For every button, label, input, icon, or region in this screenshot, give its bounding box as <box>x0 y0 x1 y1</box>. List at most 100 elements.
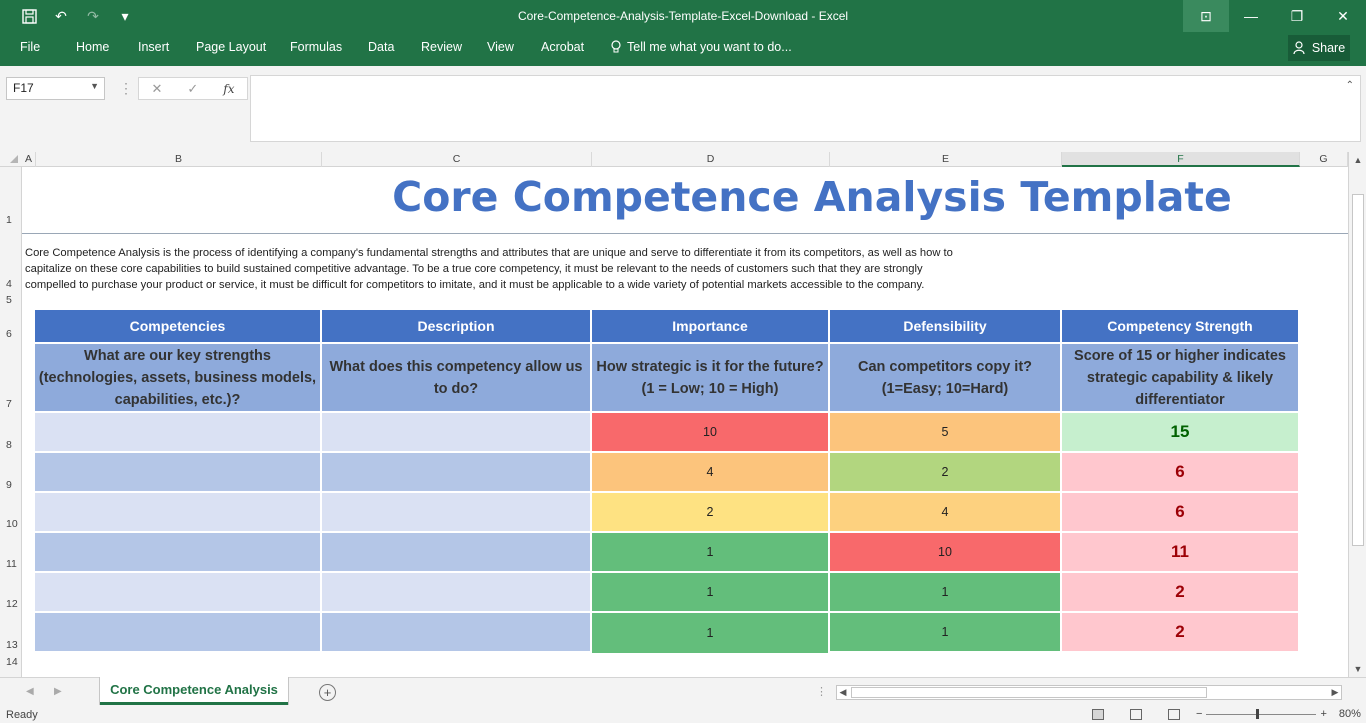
zoom-slider[interactable] <box>1206 708 1317 719</box>
page-layout-view-icon[interactable] <box>1130 709 1142 720</box>
select-all-corner[interactable] <box>10 155 18 163</box>
chevron-down-icon[interactable]: ▼ <box>90 81 99 91</box>
row-header[interactable]: 6 <box>0 328 22 340</box>
previous-sheet-icon[interactable]: ◀ <box>26 686 34 697</box>
tab-view[interactable]: View <box>487 40 514 54</box>
close-button[interactable]: ✕ <box>1320 0 1366 32</box>
strength-cell[interactable]: 2 <box>1062 573 1298 611</box>
defensibility-cell[interactable]: 1 <box>830 613 1060 651</box>
defensibility-cell[interactable]: 10 <box>830 533 1060 571</box>
tell-me-search[interactable]: Tell me what you want to do... <box>611 40 792 54</box>
sheet-tab-core-competence-analysis[interactable]: Core Competence Analysis <box>100 677 288 705</box>
scroll-down-icon[interactable]: ▼ <box>1349 664 1366 674</box>
scroll-up-icon[interactable]: ▲ <box>1349 155 1366 165</box>
zoom-out-button[interactable]: − <box>1196 708 1202 720</box>
description-cell[interactable] <box>322 413 590 451</box>
page-break-view-icon[interactable] <box>1168 709 1180 720</box>
subheader-description[interactable]: What does this competency allow us to do… <box>322 344 590 411</box>
row-header[interactable]: 13 <box>0 639 22 651</box>
column-header-f[interactable]: F <box>1062 152 1300 167</box>
description-cell[interactable] <box>322 453 590 491</box>
competency-cell[interactable] <box>35 573 320 611</box>
description-cell[interactable] <box>322 573 590 611</box>
formula-input[interactable]: ⌃ <box>250 75 1361 142</box>
subheader-competencies[interactable]: What are our key strengths (technologies… <box>35 344 320 411</box>
defensibility-cell[interactable]: 4 <box>830 493 1060 531</box>
row-header[interactable]: 8 <box>0 439 22 451</box>
drag-handle-icon[interactable]: ⋮ <box>119 80 133 97</box>
defensibility-cell[interactable]: 1 <box>830 573 1060 611</box>
row-header[interactable]: 14 <box>0 656 22 668</box>
tab-home[interactable]: Home <box>76 40 109 54</box>
next-sheet-icon[interactable]: ▶ <box>54 686 62 697</box>
row-header[interactable]: 9 <box>0 479 22 491</box>
tab-data[interactable]: Data <box>368 40 394 54</box>
normal-view-icon[interactable] <box>1092 709 1104 720</box>
tab-review[interactable]: Review <box>421 40 462 54</box>
defensibility-cell[interactable]: 2 <box>830 453 1060 491</box>
column-header-a[interactable]: A <box>22 152 36 167</box>
header-competencies[interactable]: Competencies <box>35 310 320 342</box>
row-header[interactable]: 11 <box>0 558 22 570</box>
row-header[interactable]: 1 <box>0 214 22 226</box>
vertical-scroll-thumb[interactable] <box>1352 194 1364 546</box>
insert-function-icon[interactable]: fx <box>223 82 234 96</box>
row-header[interactable]: 10 <box>0 518 22 530</box>
column-header-e[interactable]: E <box>830 152 1062 167</box>
strength-cell[interactable]: 6 <box>1062 493 1298 531</box>
zoom-slider-handle[interactable] <box>1256 708 1260 719</box>
column-header-d[interactable]: D <box>592 152 830 167</box>
row-header[interactable]: 5 <box>0 294 22 306</box>
worksheet-grid[interactable]: Core Competence Analysis Template Core C… <box>22 167 1348 677</box>
cancel-icon[interactable]: ✕ <box>151 81 162 97</box>
enter-icon[interactable]: ✓ <box>187 81 198 97</box>
tab-formulas[interactable]: Formulas <box>290 40 342 54</box>
subheader-defensibility[interactable]: Can competitors copy it? (1=Easy; 10=Har… <box>830 344 1060 411</box>
strength-cell[interactable]: 2 <box>1062 613 1298 651</box>
description-cell[interactable] <box>322 613 590 651</box>
description-cell[interactable] <box>322 493 590 531</box>
strength-cell[interactable]: 15 <box>1062 413 1298 451</box>
competency-cell[interactable] <box>35 613 320 651</box>
split-handle-icon[interactable]: ⋮ <box>816 685 827 698</box>
scroll-left-icon[interactable]: ◀ <box>837 686 849 699</box>
tab-page-layout[interactable]: Page Layout <box>196 40 266 54</box>
row-header[interactable]: 7 <box>0 398 22 410</box>
header-importance[interactable]: Importance <box>592 310 828 342</box>
sheet-title[interactable]: Core Competence Analysis Template <box>22 173 1348 221</box>
horizontal-scrollbar[interactable]: ◀ ▶ <box>836 685 1342 700</box>
add-sheet-icon[interactable]: + <box>319 684 336 701</box>
importance-cell[interactable]: 4 <box>592 453 828 491</box>
restore-button[interactable]: ❐ <box>1274 0 1320 32</box>
collapse-formula-bar-icon[interactable]: ⌃ <box>1346 80 1354 91</box>
header-competency-strength[interactable]: Competency Strength <box>1062 310 1298 342</box>
tab-insert[interactable]: Insert <box>138 40 169 54</box>
importance-cell[interactable]: 1 <box>592 533 828 571</box>
intro-text[interactable]: Core Competence Analysis is the process … <box>25 245 1085 293</box>
header-defensibility[interactable]: Defensibility <box>830 310 1060 342</box>
header-description[interactable]: Description <box>322 310 590 342</box>
tab-file[interactable]: File <box>20 40 40 54</box>
name-box[interactable]: F17 ▼ <box>6 77 105 100</box>
strength-cell[interactable]: 6 <box>1062 453 1298 491</box>
competency-cell[interactable] <box>35 493 320 531</box>
zoom-level[interactable]: 80% <box>1339 708 1361 720</box>
competency-cell[interactable] <box>35 533 320 571</box>
scroll-right-icon[interactable]: ▶ <box>1329 686 1341 699</box>
defensibility-cell[interactable]: 5 <box>830 413 1060 451</box>
importance-cell[interactable]: 1 <box>592 573 828 611</box>
tab-acrobat[interactable]: Acrobat <box>541 40 584 54</box>
column-header-b[interactable]: B <box>36 152 322 167</box>
description-cell[interactable] <box>322 533 590 571</box>
row-header[interactable]: 4 <box>0 278 22 290</box>
ribbon-display-options-icon[interactable]: ⊡ <box>1183 0 1229 32</box>
importance-cell[interactable]: 1 <box>592 613 828 653</box>
share-button[interactable]: Share <box>1288 35 1350 61</box>
column-header-g[interactable]: G <box>1300 152 1348 167</box>
horizontal-scroll-thumb[interactable] <box>851 687 1207 698</box>
subheader-competency-strength[interactable]: Score of 15 or higher indicates strategi… <box>1062 344 1298 411</box>
subheader-importance[interactable]: How strategic is it for the future? (1 =… <box>592 344 828 411</box>
competency-cell[interactable] <box>35 453 320 491</box>
row-header[interactable]: 12 <box>0 598 22 610</box>
competency-cell[interactable] <box>35 413 320 451</box>
